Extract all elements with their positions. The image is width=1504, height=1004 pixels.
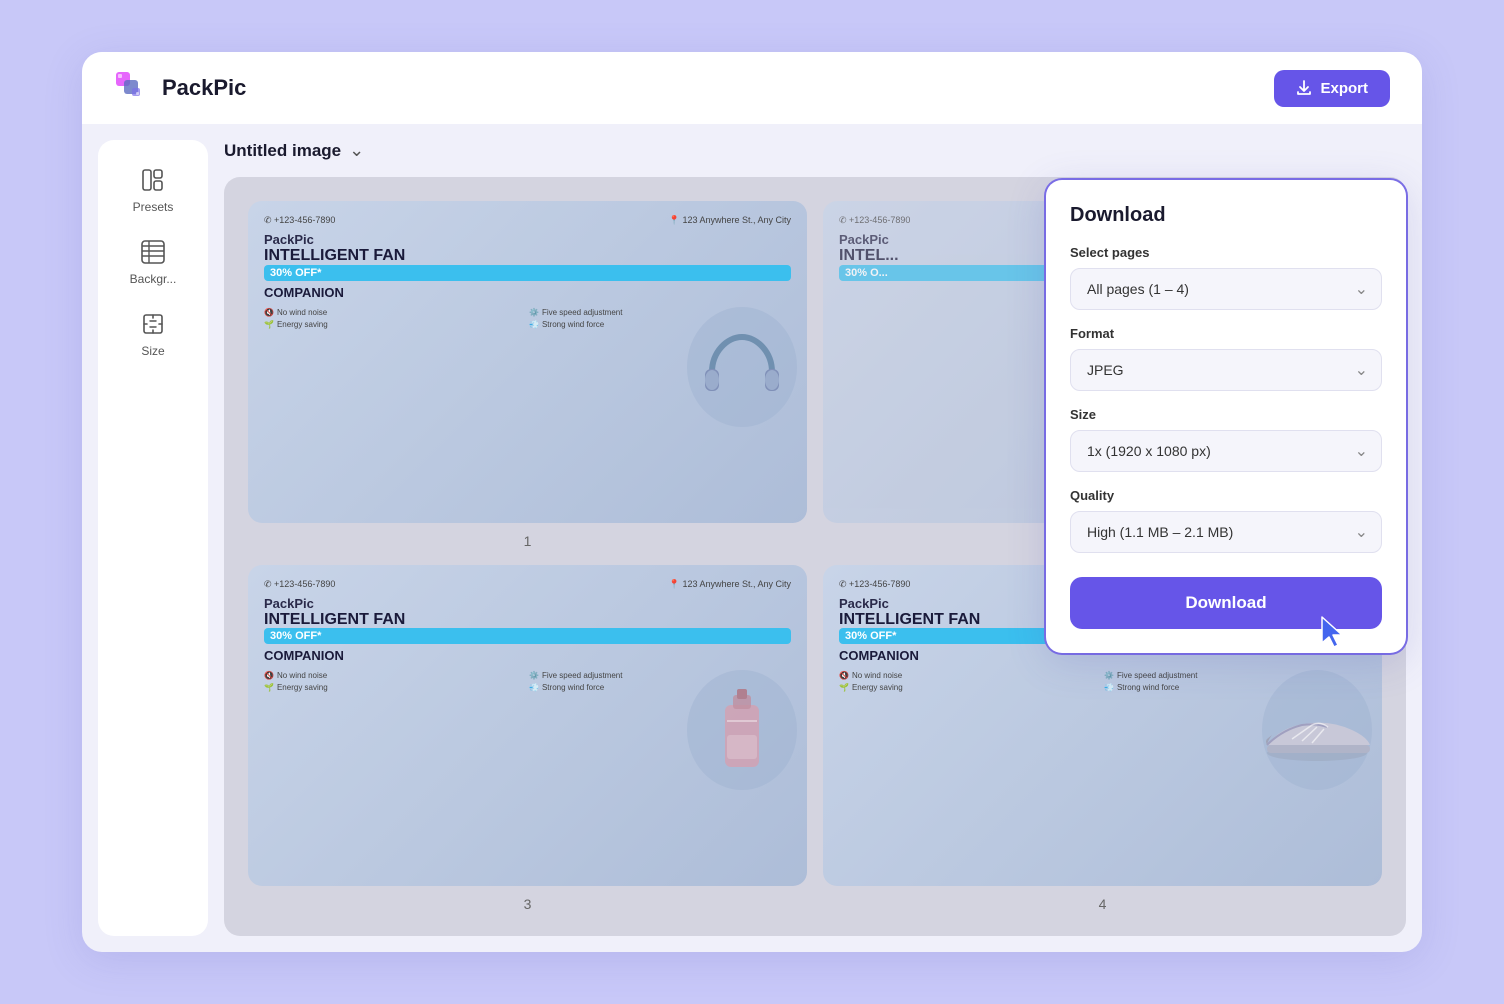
presets-label: Presets bbox=[133, 200, 174, 214]
app-window: PackPic Export Presets bbox=[82, 52, 1422, 952]
card-3-page: 3 bbox=[524, 896, 532, 912]
sneaker-graphic bbox=[1262, 695, 1372, 765]
card-1-page: 1 bbox=[524, 533, 532, 549]
card-3[interactable]: ✆ +123-456-7890 📍 123 Anywhere St., Any … bbox=[248, 565, 807, 887]
pages-field-group: Select pages All pages (1 – 4) Page 1 Pa… bbox=[1070, 245, 1382, 310]
export-icon bbox=[1296, 80, 1312, 96]
quality-select[interactable]: High (1.1 MB – 2.1 MB) Medium (0.5 MB – … bbox=[1070, 511, 1382, 553]
headphone-graphic bbox=[697, 327, 787, 407]
app-name: PackPic bbox=[162, 75, 246, 101]
size-icon bbox=[139, 310, 167, 338]
title-dropdown-button[interactable]: ⌄ bbox=[349, 140, 364, 161]
size-select-wrapper: 1x (1920 x 1080 px) 2x (3840 x 2160 px) … bbox=[1070, 430, 1382, 472]
card-3-product bbox=[687, 585, 797, 877]
card-4-page: 4 bbox=[1099, 896, 1107, 912]
format-field-group: Format JPEG PNG PDF SVG ⌄ bbox=[1070, 326, 1382, 391]
format-select[interactable]: JPEG PNG PDF SVG bbox=[1070, 349, 1382, 391]
sidebar-item-presets[interactable]: Presets bbox=[112, 156, 194, 224]
format-select-wrapper: JPEG PNG PDF SVG ⌄ bbox=[1070, 349, 1382, 391]
export-button[interactable]: Export bbox=[1274, 70, 1390, 107]
panel-title: Download bbox=[1070, 204, 1382, 227]
pages-select-wrapper: All pages (1 – 4) Page 1 Page 2 Page 3 P… bbox=[1070, 268, 1382, 310]
background-icon bbox=[139, 238, 167, 266]
pages-select[interactable]: All pages (1 – 4) Page 1 Page 2 Page 3 P… bbox=[1070, 268, 1382, 310]
card-1-product bbox=[687, 221, 797, 513]
image-title: Untitled image bbox=[224, 141, 341, 161]
size-label: Size bbox=[1070, 407, 1382, 422]
presets-icon bbox=[139, 166, 167, 194]
canvas-area: Untitled image ⌄ ✆ +123-456-7890 📍 123 A… bbox=[208, 124, 1422, 952]
background-label: Backgr... bbox=[130, 272, 177, 286]
logo-area: PackPic bbox=[114, 70, 246, 106]
size-field-group: Size 1x (1920 x 1080 px) 2x (3840 x 2160… bbox=[1070, 407, 1382, 472]
canvas-toolbar: Untitled image ⌄ bbox=[224, 140, 1406, 161]
quality-select-wrapper: High (1.1 MB – 2.1 MB) Medium (0.5 MB – … bbox=[1070, 511, 1382, 553]
main-content: Presets Backgr... bbox=[82, 124, 1422, 952]
quality-field-group: Quality High (1.1 MB – 2.1 MB) Medium (0… bbox=[1070, 488, 1382, 553]
pages-label: Select pages bbox=[1070, 245, 1382, 260]
cursor-pointer-icon bbox=[1316, 615, 1352, 651]
quality-label: Quality bbox=[1070, 488, 1382, 503]
grid-cell-3: ✆ +123-456-7890 📍 123 Anywhere St., Any … bbox=[248, 565, 807, 913]
download-btn-container: Download bbox=[1070, 569, 1382, 629]
sidebar-item-size[interactable]: Size bbox=[112, 300, 194, 368]
size-select[interactable]: 1x (1920 x 1080 px) 2x (3840 x 2160 px) … bbox=[1070, 430, 1382, 472]
card-1[interactable]: ✆ +123-456-7890 📍 123 Anywhere St., Any … bbox=[248, 201, 807, 523]
logo-icon bbox=[114, 70, 150, 106]
sidebar: Presets Backgr... bbox=[98, 140, 208, 936]
download-panel: Download Select pages All pages (1 – 4) … bbox=[1046, 180, 1406, 653]
size-label: Size bbox=[141, 344, 164, 358]
format-label: Format bbox=[1070, 326, 1382, 341]
perfume-graphic bbox=[717, 685, 767, 775]
grid-cell-1: ✆ +123-456-7890 📍 123 Anywhere St., Any … bbox=[248, 201, 807, 549]
sidebar-item-background[interactable]: Backgr... bbox=[112, 228, 194, 296]
header: PackPic Export bbox=[82, 52, 1422, 124]
